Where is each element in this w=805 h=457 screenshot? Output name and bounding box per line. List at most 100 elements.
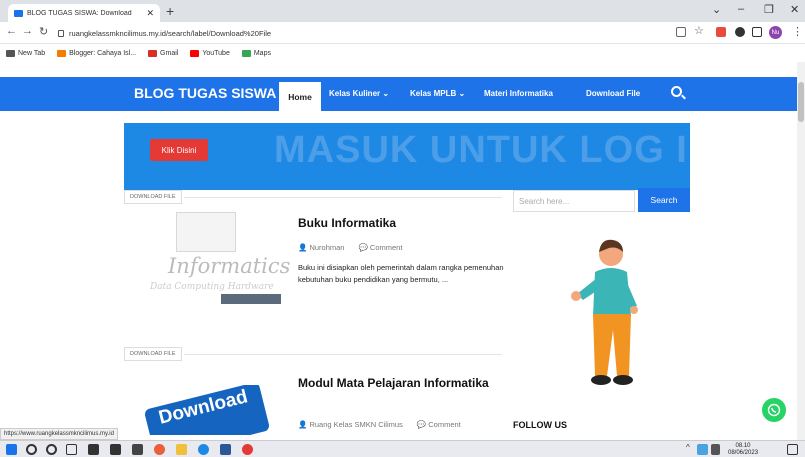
nav-materi-informatika[interactable]: Materi Informatika bbox=[484, 89, 553, 98]
address-bar-row: ← → ↻ ruangkelassmkncilimus.my.id/search… bbox=[0, 22, 805, 44]
sidebar-character-illustration bbox=[513, 226, 690, 398]
maximize-button[interactable]: ❐ bbox=[764, 3, 774, 16]
battery-icon[interactable] bbox=[711, 444, 720, 455]
whatsapp-icon bbox=[767, 403, 781, 417]
search-icon[interactable] bbox=[671, 86, 682, 97]
tray-app-icon[interactable] bbox=[697, 444, 708, 455]
post-meta: 👤 Ruang Kelas SMKN Cilimus 💬 Comment bbox=[298, 420, 461, 429]
post-comment[interactable]: 💬 Comment bbox=[417, 420, 461, 429]
scrollbar-thumb[interactable] bbox=[798, 82, 804, 122]
post-label-tag[interactable]: DOWNLOAD FILE bbox=[124, 347, 182, 361]
windows-start-icon[interactable] bbox=[6, 444, 17, 455]
nav-kelas-mplb[interactable]: Kelas MPLB ⌄ bbox=[410, 89, 465, 98]
person-pointing-illustration bbox=[571, 239, 638, 385]
post-label-tag[interactable]: DOWNLOAD FILE bbox=[124, 190, 182, 204]
bookmark-gmail[interactable]: Gmail bbox=[148, 49, 178, 57]
post-author[interactable]: 👤 Nurohman bbox=[298, 243, 344, 252]
post-label-row: DOWNLOAD FILE bbox=[124, 347, 502, 363]
comment-icon: 💬 bbox=[358, 243, 370, 252]
bookmarks-bar: New Tab Blogger: Cahaya Isl... Gmail You… bbox=[0, 44, 805, 62]
post-title[interactable]: Modul Mata Pelajaran Informatika bbox=[298, 376, 498, 390]
klik-disini-button[interactable]: Klik Disini bbox=[150, 139, 208, 161]
sidebar-search-input[interactable]: Search here... bbox=[513, 190, 635, 212]
notification-icon[interactable] bbox=[787, 444, 798, 455]
reload-icon[interactable]: ↻ bbox=[39, 25, 48, 38]
tab-title: BLOG TUGAS SISWA: Download bbox=[27, 9, 132, 17]
url-field[interactable]: ruangkelassmkncilimus.my.id/search/label… bbox=[58, 25, 658, 41]
comment-icon: 💬 bbox=[416, 420, 429, 429]
post-excerpt: Buku ini disiapkan oleh pemerintah dalam… bbox=[298, 263, 504, 284]
post-author[interactable]: 👤 Ruang Kelas SMKN Cilimus bbox=[298, 420, 403, 429]
word-icon[interactable] bbox=[220, 444, 231, 455]
nav-kelas-kuliner[interactable]: Kelas Kuliner ⌄ bbox=[329, 89, 389, 98]
chrome-icon[interactable] bbox=[242, 444, 253, 455]
search-icon[interactable] bbox=[26, 444, 37, 455]
maps-icon bbox=[241, 49, 251, 57]
extension-icon[interactable] bbox=[716, 27, 726, 37]
sidebar-search-button[interactable]: Search bbox=[638, 188, 690, 212]
profile-avatar[interactable]: Nu bbox=[769, 26, 782, 39]
tab-search-chevron-icon[interactable]: ⌄ bbox=[712, 3, 721, 16]
thumbnail-subword: Data Computing Hardware bbox=[150, 282, 274, 292]
bookmark-new-tab[interactable]: New Tab bbox=[6, 49, 45, 57]
taskbar-clock[interactable]: 08.10 08/06/2023 bbox=[728, 443, 758, 457]
minimize-button[interactable]: – bbox=[738, 3, 744, 15]
gmail-icon bbox=[148, 49, 158, 57]
page-scrollbar[interactable] bbox=[797, 62, 805, 440]
url-text: ruangkelassmkncilimus.my.id/search/label… bbox=[69, 28, 272, 38]
file-explorer-icon[interactable] bbox=[176, 444, 187, 455]
bookmark-star-icon[interactable]: ☆ bbox=[694, 24, 704, 37]
nav-home[interactable]: Home bbox=[279, 82, 321, 111]
edge-icon[interactable] bbox=[198, 444, 209, 455]
store-icon[interactable] bbox=[110, 444, 121, 455]
share-icon[interactable] bbox=[676, 27, 686, 37]
status-url-tooltip: https://www.ruangkelassmkncilimus.my.id bbox=[0, 428, 118, 440]
close-tab-icon[interactable]: ✕ bbox=[146, 8, 154, 19]
banner-title: MASUK UNTUK LOG IN bbox=[274, 129, 690, 171]
user-icon: 👤 bbox=[298, 243, 310, 252]
user-icon: 👤 bbox=[298, 420, 310, 429]
site-navbar: BLOG TUGAS SISWA Kelas Kuliner ⌄ Kelas M… bbox=[0, 77, 797, 111]
post-title[interactable]: Buku Informatika bbox=[298, 216, 396, 230]
post-thumbnail[interactable]: Informatics Data Computing Hardware bbox=[124, 210, 292, 330]
favicon-icon bbox=[14, 9, 23, 17]
bookmark-blogger[interactable]: Blogger: Cahaya Isl... bbox=[57, 49, 136, 57]
clock-time: 08.10 bbox=[735, 443, 751, 449]
divider bbox=[184, 354, 502, 355]
new-tab-icon bbox=[6, 49, 15, 57]
app-icon[interactable] bbox=[132, 444, 143, 455]
login-banner[interactable]: MASUK UNTUK LOG IN Klik Disini bbox=[124, 123, 690, 190]
firefox-icon[interactable] bbox=[154, 444, 165, 455]
back-arrow-icon[interactable]: ← bbox=[6, 25, 17, 37]
mail-icon[interactable] bbox=[88, 444, 99, 455]
thumbnail-word: Informatics bbox=[168, 254, 291, 278]
site-brand[interactable]: BLOG TUGAS SISWA bbox=[134, 85, 276, 101]
lock-icon bbox=[58, 29, 64, 37]
post-label-row: DOWNLOAD FILE bbox=[124, 190, 502, 206]
follow-us-heading: FOLLOW US bbox=[513, 420, 567, 430]
new-tab-button[interactable]: + bbox=[166, 3, 174, 19]
thumbnail-frame bbox=[176, 212, 236, 252]
browser-tab[interactable]: BLOG TUGAS SISWA: Download ✕ bbox=[8, 4, 160, 22]
cortana-icon[interactable] bbox=[46, 444, 57, 455]
close-window-button[interactable]: ✕ bbox=[790, 3, 799, 16]
post-meta: 👤 Nurohman 💬 Comment bbox=[298, 243, 402, 252]
forward-arrow-icon[interactable]: → bbox=[22, 25, 33, 37]
menu-dots-icon[interactable]: ⋮ bbox=[792, 25, 803, 38]
extensions-puzzle-icon[interactable] bbox=[735, 27, 745, 37]
side-panel-icon[interactable] bbox=[752, 27, 762, 37]
thumbnail-bar bbox=[221, 294, 281, 304]
bookmark-maps[interactable]: Maps bbox=[241, 49, 271, 57]
task-view-icon[interactable] bbox=[66, 444, 77, 455]
youtube-icon bbox=[190, 49, 200, 57]
divider bbox=[184, 197, 502, 198]
tray-chevron-icon[interactable]: ^ bbox=[686, 443, 690, 452]
post-comment[interactable]: 💬 Comment bbox=[358, 243, 402, 252]
browser-tab-strip: BLOG TUGAS SISWA: Download ✕ + ⌄ – ❐ ✕ bbox=[0, 0, 805, 22]
post-thumbnail[interactable]: Download bbox=[124, 385, 292, 435]
windows-taskbar: ^ 08.10 08/06/2023 bbox=[0, 440, 805, 457]
blogger-icon bbox=[57, 49, 67, 57]
nav-download-file[interactable]: Download File bbox=[586, 89, 640, 98]
bookmark-youtube[interactable]: YouTube bbox=[190, 49, 230, 57]
whatsapp-button[interactable] bbox=[762, 398, 786, 422]
